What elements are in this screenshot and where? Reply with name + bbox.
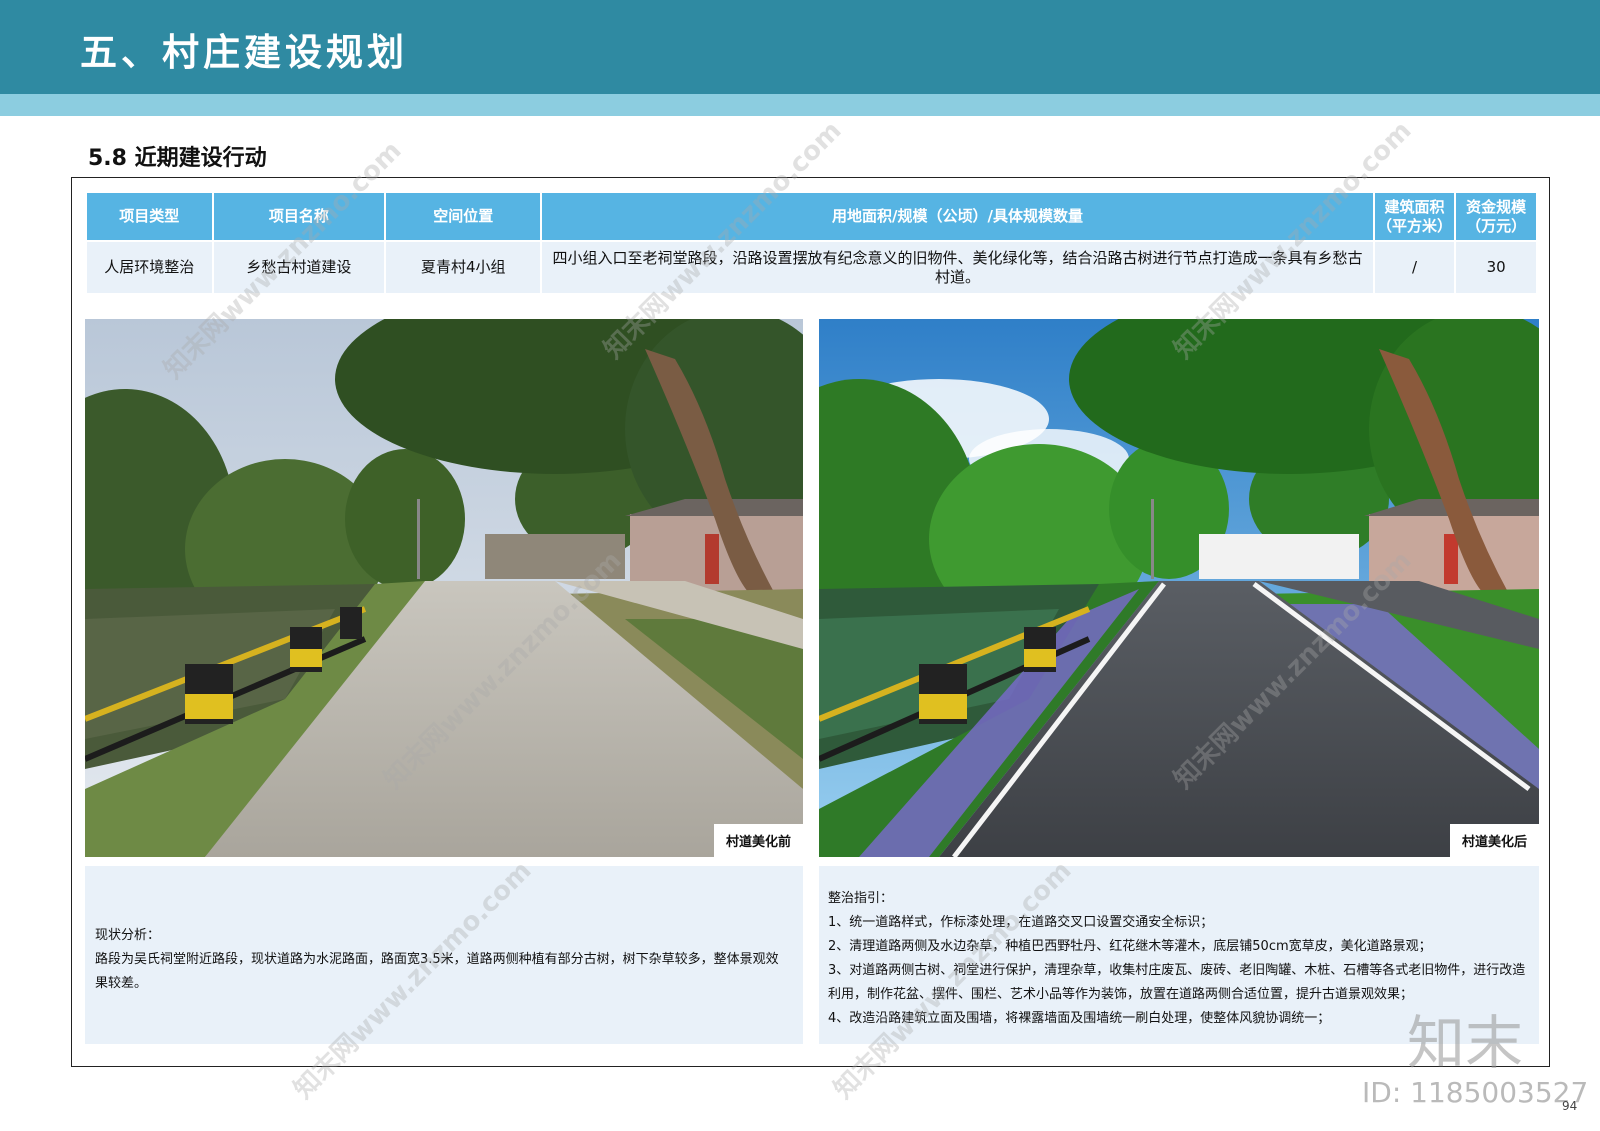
- table-header-row: 项目类型 项目名称 空间位置 用地面积/规模（公顷）/具体规模数量 建筑面积 （…: [87, 193, 1536, 240]
- page-number: 94: [1562, 1099, 1578, 1113]
- project-table: 项目类型 项目名称 空间位置 用地面积/规模（公顷）/具体规模数量 建筑面积 （…: [85, 191, 1538, 295]
- col-header-scale: 用地面积/规模（公顷）/具体规模数量: [542, 193, 1373, 240]
- col-header-funding: 资金规模 （万元）: [1456, 193, 1536, 240]
- analysis-body: 路段为吴氏祠堂附近路段，现状道路为水泥路面，路面宽3.5米，道路两侧种植有部分古…: [95, 952, 779, 991]
- header-sub-band: [0, 94, 1600, 116]
- photo-after-image: [819, 319, 1539, 857]
- analysis-heading: 现状分析：: [95, 928, 161, 943]
- photo-before-image: [85, 319, 803, 857]
- guide-item: 1、统一道路样式，作标漆处理，在道路交叉口设置交通安全标识；: [828, 915, 1214, 930]
- cell-location: 夏青村4小组: [386, 242, 541, 293]
- cell-funding: 30: [1456, 242, 1536, 293]
- col-header-name: 项目名称: [213, 193, 385, 240]
- cell-type: 人居环境整治: [87, 242, 212, 293]
- cell-scale: 四小组入口至老祠堂路段，沿路设置摆放有纪念意义的旧物件、美化绿化等，结合沿路古树…: [542, 242, 1373, 293]
- col-header-location: 空间位置: [386, 193, 541, 240]
- cell-name: 乡愁古村道建设: [213, 242, 385, 293]
- watermark-id: ID: 1185003527: [1362, 1076, 1589, 1109]
- watermark-logo: 知末: [1407, 1009, 1524, 1077]
- caption-after: 村道美化后: [1449, 824, 1539, 857]
- col-header-type: 项目类型: [87, 193, 212, 240]
- photo-after: 村道美化后: [819, 319, 1539, 857]
- page-title: 五、村庄建设规划: [80, 31, 408, 74]
- caption-before: 村道美化前: [713, 824, 803, 857]
- guide-item: 2、清理道路两侧及水边杂草，种植巴西野牡丹、红花继木等灌木，底层铺50cm宽草皮…: [828, 939, 1432, 954]
- analysis-panel: 现状分析： 路段为吴氏祠堂附近路段，现状道路为水泥路面，路面宽3.5米，道路两侧…: [85, 866, 803, 1044]
- table-row: 人居环境整治 乡愁古村道建设 夏青村4小组 四小组入口至老祠堂路段，沿路设置摆放…: [87, 242, 1536, 293]
- section-title: 5.8 近期建设行动: [88, 146, 267, 171]
- guide-heading: 整治指引：: [828, 891, 894, 906]
- photo-before: 村道美化前: [85, 319, 803, 857]
- cell-floor-area: /: [1374, 242, 1455, 293]
- col-header-floor-area: 建筑面积 （平方米）: [1374, 193, 1455, 240]
